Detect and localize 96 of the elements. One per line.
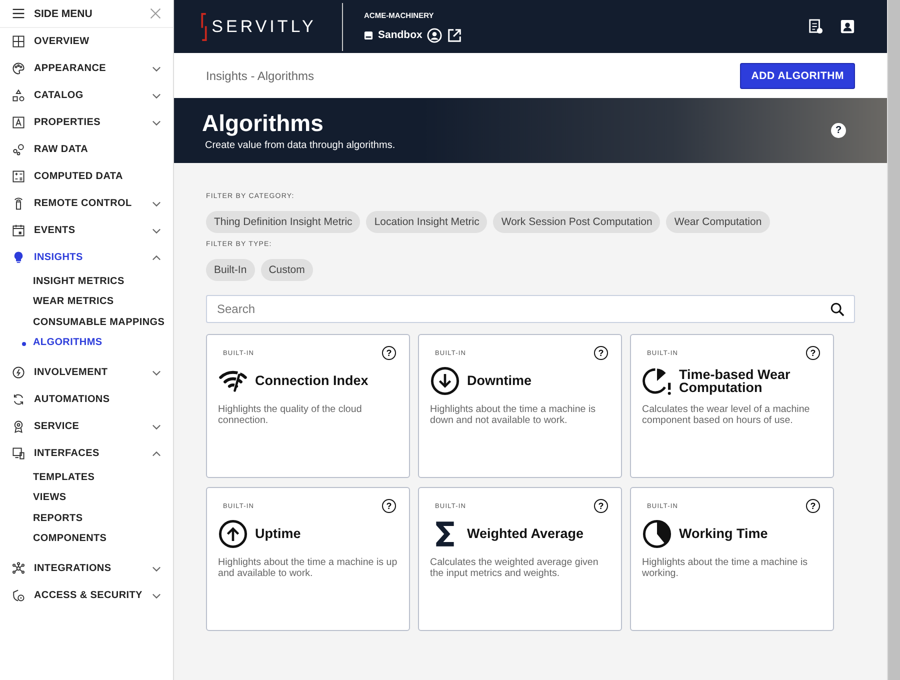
search-field[interactable]: Search <box>206 295 855 323</box>
algorithm-title: Working Time <box>679 527 768 541</box>
submenu-item[interactable]: WEAR METRICS <box>0 292 173 313</box>
breadcrumb: Insights - Algorithms <box>206 68 316 82</box>
algorithm-description: Calculates the weighted average given the input metrics and weights. <box>430 557 600 580</box>
submenu-item[interactable]: COMPONENTS <box>0 529 173 550</box>
filter-chip[interactable]: Location Insight Metric <box>366 211 488 233</box>
submenu-item[interactable]: INSIGHT METRICS <box>0 272 173 292</box>
account-icon[interactable] <box>840 19 855 34</box>
external-link-icon[interactable] <box>447 28 462 42</box>
add-algorithm-button[interactable]: ADD ALGORITHM <box>740 62 855 88</box>
algorithm-title: Weighted Average <box>467 527 584 541</box>
caret-icon <box>152 228 161 234</box>
submenu-item[interactable]: TEMPLATES <box>0 468 173 488</box>
nav-item[interactable]: SERVICE <box>0 413 173 440</box>
nav-item[interactable]: OVERVIEW <box>0 28 173 55</box>
caret-icon <box>152 566 161 572</box>
search-icon[interactable] <box>830 302 845 316</box>
nav-icon <box>12 393 25 406</box>
help-button[interactable]: ? <box>831 123 846 138</box>
nav-item[interactable]: EVENTS <box>0 217 173 244</box>
caret-icon <box>152 66 161 72</box>
nav-icon <box>12 89 25 102</box>
filter-chip[interactable]: Thing Definition Insight Metric <box>206 211 360 233</box>
algorithm-description: Highlights about the time a machine is down and not available to work. <box>430 404 597 427</box>
help-button[interactable]: ? <box>594 346 608 360</box>
algorithm-icon <box>430 366 460 396</box>
nav-icon <box>12 143 25 156</box>
nav-icon <box>12 589 25 602</box>
nav-item[interactable]: RAW DATA <box>0 136 173 163</box>
submenu-item[interactable]: VIEWS <box>0 488 173 509</box>
caret-icon <box>152 450 161 457</box>
nav-icon <box>12 562 25 576</box>
caret-icon <box>152 592 161 599</box>
caret-icon <box>152 424 161 430</box>
nav-icon <box>12 447 25 460</box>
algorithm-title: Connection Index <box>255 374 368 388</box>
logo-bracket-icon <box>200 12 208 40</box>
nav-item[interactable]: REMOTE CONTROL <box>0 190 173 217</box>
nav-icon <box>12 251 25 264</box>
nav-icon <box>12 35 25 48</box>
algorithm-description: Highlights about the time a machine is working. <box>642 557 809 580</box>
help-button[interactable]: ? <box>806 499 820 513</box>
nav-item[interactable]: CATALOG <box>0 82 173 109</box>
caret-icon <box>152 370 161 376</box>
nav-item[interactable]: INTERFACES <box>0 440 173 468</box>
filter-chip[interactable]: Wear Computation <box>666 211 770 233</box>
nav-item[interactable]: INVOLVEMENT <box>0 359 173 386</box>
filter-chip[interactable]: Built-In <box>206 259 255 281</box>
nav-item[interactable]: ACCESS & SECURITY <box>0 582 173 610</box>
tray-icon <box>364 30 373 40</box>
algorithm-description: Highlights about the time a machine is up and available to work. <box>218 557 398 580</box>
page-subtitle: Create value from data through algorithms. <box>204 140 396 151</box>
submenu-item[interactable]: ALGORITHMS <box>0 332 173 354</box>
submenu-item[interactable]: CONSUMABLE MAPPINGS <box>0 312 173 333</box>
filter-chip[interactable]: Custom <box>260 259 313 281</box>
nav-icon <box>12 224 25 237</box>
help-button[interactable]: ? <box>382 499 396 513</box>
nav-icon <box>12 116 25 129</box>
close-icon[interactable] <box>150 8 161 19</box>
algorithm-title: Time-based Wear Computation <box>679 368 792 394</box>
nav-item[interactable]: AUTOMATIONS <box>0 386 173 414</box>
algorithm-icon <box>218 519 248 549</box>
logo[interactable]: SERVITLY <box>212 16 316 36</box>
nav-item[interactable]: PROPERTIES <box>0 109 173 136</box>
algorithm-description: Highlights the quality of the cloud connection. <box>218 404 363 427</box>
caret-icon <box>152 254 161 260</box>
algorithm-icon <box>642 366 672 396</box>
help-button[interactable]: ? <box>594 499 608 513</box>
nav-item[interactable]: APPEARANCE <box>0 55 173 82</box>
menu-icon[interactable] <box>12 7 25 20</box>
nav-icon <box>12 197 25 210</box>
nav-icon <box>12 366 25 380</box>
algorithm-icon <box>642 519 672 549</box>
algorithm-title: Uptime <box>255 527 301 541</box>
scrollbar[interactable] <box>887 0 900 680</box>
nav-item[interactable]: COMPUTED DATA <box>0 163 173 190</box>
algorithm-description: Calculates the wear level of a machine component based on hours of use. <box>642 404 811 427</box>
caret-icon <box>152 120 161 126</box>
side-menu-title: SIDE MENU <box>34 8 94 20</box>
page-title: Algorithms <box>202 110 324 137</box>
environment-name[interactable]: Sandbox <box>378 29 422 41</box>
help-button[interactable]: ? <box>382 346 396 360</box>
nav-icon <box>12 420 25 434</box>
nav-item[interactable]: INTEGRATIONS <box>0 555 173 582</box>
help-button[interactable]: ? <box>806 346 820 360</box>
submenu-item[interactable]: REPORTS <box>0 508 173 530</box>
nav-icon <box>12 62 25 75</box>
caret-icon <box>152 200 161 206</box>
document-icon[interactable] <box>808 19 823 34</box>
algorithm-title: Downtime <box>467 374 532 388</box>
filter-chip[interactable]: Work Session Post Computation <box>493 211 660 233</box>
caret-icon <box>152 92 161 98</box>
nav-item[interactable]: INSIGHTS <box>0 244 173 271</box>
nav-icon <box>12 170 25 183</box>
user-icon[interactable] <box>427 28 442 42</box>
